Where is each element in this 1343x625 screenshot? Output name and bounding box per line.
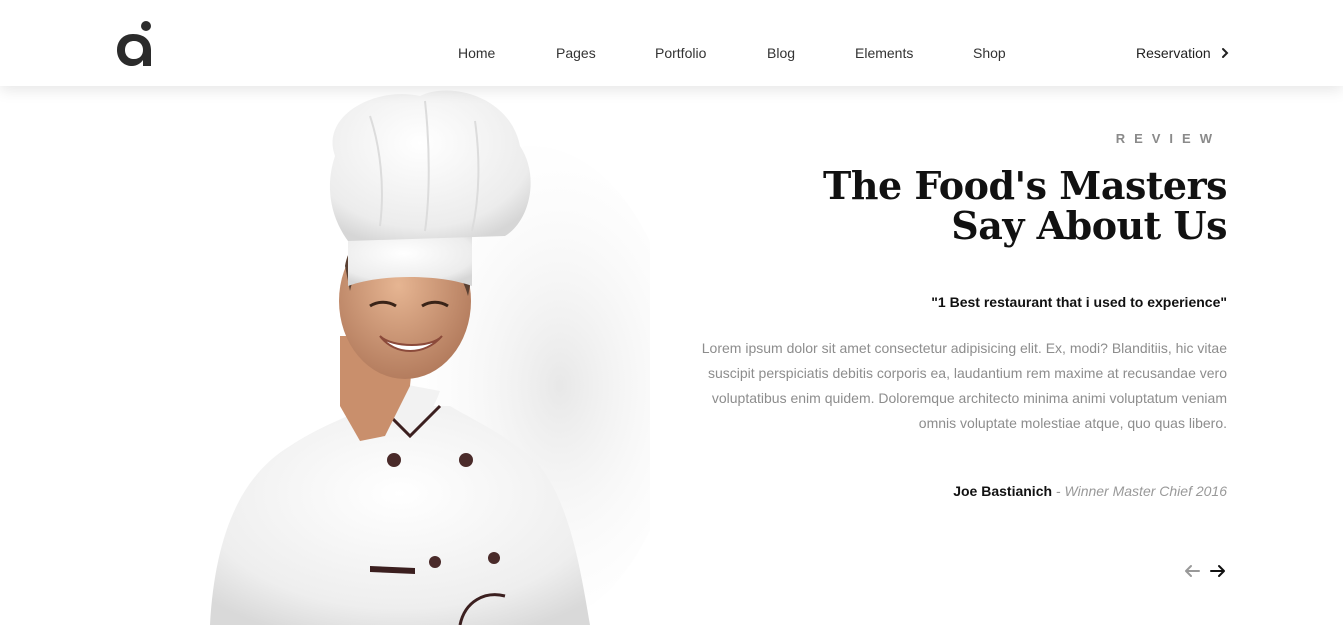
nav-elements[interactable]: Elements bbox=[855, 45, 913, 61]
review-body: Lorem ipsum dolor sit amet consectetur a… bbox=[701, 340, 1227, 431]
nav-portfolio[interactable]: Portfolio bbox=[655, 45, 706, 61]
section-kicker: REVIEW bbox=[1115, 131, 1221, 146]
reservation-label: Reservation bbox=[1136, 45, 1211, 61]
nav-shop[interactable]: Shop bbox=[973, 45, 1006, 61]
chevron-right-icon bbox=[1221, 48, 1229, 58]
author-name: Joe Bastianich bbox=[953, 483, 1053, 499]
author-role: - Winner Master Chief 2016 bbox=[1052, 483, 1227, 499]
arrow-left-icon[interactable] bbox=[1183, 562, 1201, 580]
nav-blog[interactable]: Blog bbox=[767, 45, 795, 61]
arrow-right-icon[interactable] bbox=[1209, 562, 1227, 580]
review-quote: "1 Best restaurant that i used to experi… bbox=[931, 294, 1227, 310]
review-author: Joe Bastianich - Winner Master Chief 201… bbox=[953, 483, 1227, 499]
review-section: REVIEW The Food's Masters Say About Us "… bbox=[0, 86, 1343, 625]
nav-pages[interactable]: Pages bbox=[556, 45, 596, 61]
section-title: The Food's Masters Say About Us bbox=[687, 166, 1227, 246]
title-line-2: Say About Us bbox=[951, 203, 1227, 248]
site-header: Home Pages Portfolio Blog Elements Shop … bbox=[0, 0, 1343, 86]
brand-logo-icon[interactable] bbox=[116, 20, 154, 68]
chef-image bbox=[210, 90, 650, 625]
title-line-1: The Food's Masters bbox=[823, 163, 1227, 208]
reservation-link[interactable]: Reservation bbox=[1136, 45, 1231, 61]
nav-home[interactable]: Home bbox=[458, 45, 495, 61]
slider-controls bbox=[1183, 562, 1227, 580]
